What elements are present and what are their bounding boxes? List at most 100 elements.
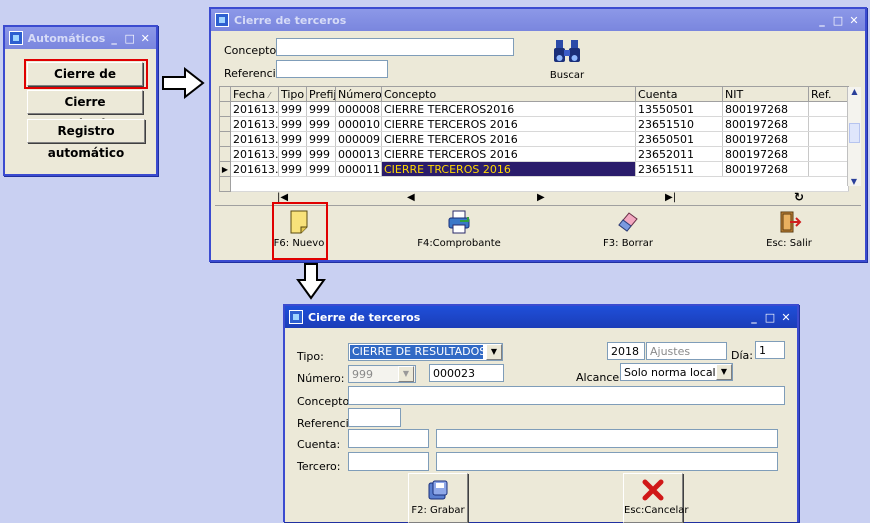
automaticos-titlebar[interactable]: Automáticos _ □ ✕	[5, 27, 156, 49]
printer-icon	[448, 210, 470, 234]
column-header[interactable]: Tipo	[278, 86, 307, 102]
maximize-icon[interactable]: □	[123, 32, 137, 45]
scroll-down-icon[interactable]: ▼	[848, 177, 860, 186]
table-cell: 23651511	[635, 161, 723, 177]
table-cell-active[interactable]: CIERRE TRCEROS 2016	[381, 161, 636, 177]
table-row[interactable]: 201613... 999 999 000013 CIERRE TERCEROS…	[219, 146, 849, 162]
app-icon	[9, 31, 23, 45]
borrar-button[interactable]: F3: Borrar	[596, 209, 660, 249]
row-indicator	[219, 101, 231, 117]
tercero-name-field[interactable]	[436, 452, 778, 471]
cierre-resultados-button[interactable]: Cierre resultados	[27, 90, 143, 131]
maximize-icon[interactable]: □	[763, 311, 777, 324]
column-header[interactable]: Fecha ⁄	[230, 86, 279, 102]
table-cell: 999	[278, 146, 307, 162]
table-cell: 800197268	[722, 116, 809, 132]
dia-field[interactable]: 1	[755, 341, 785, 359]
column-header[interactable]: Concepto	[381, 86, 636, 102]
scroll-up-icon[interactable]: ▲	[848, 87, 861, 96]
row-pointer-icon: ▶	[219, 161, 231, 177]
arrow-down-icon	[296, 263, 326, 300]
table-row[interactable]: 201613... 999 999 000010 CIERRE TERCEROS…	[219, 116, 849, 132]
table-cell: 000010	[335, 116, 382, 132]
concepto-label: Concepto:	[297, 395, 353, 408]
prior-record-icon[interactable]: ◀	[407, 192, 415, 203]
column-header[interactable]: Número	[335, 86, 382, 102]
column-header[interactable]: Cuenta	[635, 86, 723, 102]
numero-field[interactable]: 000023	[429, 364, 504, 382]
salir-button[interactable]: Esc: Salir	[757, 209, 821, 249]
table-cell: 23650501	[635, 131, 723, 147]
table-row[interactable]: 201613... 999 999 000009 CIERRE TERCEROS…	[219, 131, 849, 147]
table-cell	[808, 131, 849, 147]
cierre-form-titlebar[interactable]: Cierre de terceros _ □ ✕	[285, 306, 797, 328]
year-field[interactable]: 2018	[607, 342, 645, 360]
close-icon[interactable]: ✕	[847, 14, 861, 27]
grabar-button[interactable]: F2: Grabar	[408, 473, 468, 523]
eraser-icon	[618, 212, 638, 232]
scroll-thumb[interactable]	[849, 123, 860, 143]
table-row[interactable]: 201613... 999 999 000008 CIERRE TERCEROS…	[219, 101, 849, 117]
cuenta-label: Cuenta:	[297, 438, 341, 451]
close-icon[interactable]: ✕	[779, 311, 793, 324]
tercero-label: Tercero:	[297, 460, 341, 473]
table-row-empty	[219, 176, 849, 192]
first-record-icon[interactable]: |◀	[277, 192, 288, 203]
cuenta-code-field[interactable]	[348, 429, 429, 448]
chevron-down-icon[interactable]: ▼	[716, 364, 732, 380]
table-cell: CIERRE TERCEROS 2016	[381, 116, 636, 132]
table-cell: 800197268	[722, 146, 809, 162]
minimize-icon[interactable]: _	[107, 32, 121, 45]
nuevo-button[interactable]: F6: Nuevo	[272, 209, 326, 249]
table-cell: 201613...	[230, 146, 279, 162]
chevron-down-icon[interactable]: ▼	[486, 344, 502, 360]
indicator-header	[219, 86, 231, 102]
binoculars-icon	[554, 40, 580, 62]
cierre-terceros-button[interactable]: Cierre de terceros	[27, 62, 143, 103]
last-record-icon[interactable]: ▶|	[665, 192, 676, 203]
concepto-label: Concepto:	[224, 44, 280, 57]
table-row-selected[interactable]: ▶ 201613... 999 999 000011 CIERRE TRCERO…	[219, 161, 849, 177]
comprobante-button[interactable]: F4:Comprobante	[417, 209, 501, 249]
buscar-button[interactable]: Buscar	[547, 38, 587, 84]
minimize-icon[interactable]: _	[815, 14, 829, 27]
app-icon	[289, 310, 303, 324]
cierre-list-titlebar[interactable]: Cierre de terceros _ □ ✕	[211, 9, 865, 31]
referencia-field[interactable]	[348, 408, 401, 427]
column-header[interactable]: Prefijo	[306, 86, 336, 102]
vertical-scrollbar[interactable]: ▲ ▼	[847, 87, 861, 186]
table-cell: 999	[278, 101, 307, 117]
table-cell: 800197268	[722, 161, 809, 177]
maximize-icon[interactable]: □	[831, 14, 845, 27]
borrar-label: F3: Borrar	[603, 238, 653, 249]
salir-label: Esc: Salir	[766, 238, 812, 249]
referencia-input[interactable]	[276, 60, 388, 78]
concepto-input[interactable]	[276, 38, 514, 56]
buscar-label: Buscar	[549, 70, 585, 81]
save-icon	[428, 480, 448, 500]
automaticos-window: Automáticos _ □ ✕ Cierre de terceros Cie…	[3, 25, 158, 176]
numero-label: Número:	[297, 372, 345, 385]
tipo-select[interactable]: CIERRE DE RESULTADOS	[348, 343, 503, 361]
cancelar-label: Esc:Cancelar	[624, 505, 689, 516]
next-record-icon[interactable]: ▶	[537, 192, 545, 203]
table-cell: 000013	[335, 146, 382, 162]
column-header[interactable]: NIT	[722, 86, 809, 102]
results-table: Fecha ⁄ Tipo Prefijo Número Concepto Cue…	[219, 86, 849, 192]
cancelar-button[interactable]: Esc:Cancelar	[623, 473, 689, 523]
table-cell: CIERRE TERCEROS2016	[381, 101, 636, 117]
registro-automatico-button[interactable]: Registro automático	[27, 119, 145, 160]
table-cell: 23652011	[635, 146, 723, 162]
concepto-field[interactable]	[348, 386, 785, 405]
minimize-icon[interactable]: _	[747, 311, 761, 324]
refresh-icon[interactable]: ↻	[794, 190, 804, 204]
table-cell: 000008	[335, 101, 382, 117]
cuenta-name-field[interactable]	[436, 429, 778, 448]
tercero-code-field[interactable]	[348, 452, 429, 471]
column-header[interactable]: Ref.	[808, 86, 849, 102]
app-icon	[215, 13, 229, 27]
table-cell: 999	[306, 116, 336, 132]
table-cell: 201613...	[230, 131, 279, 147]
table-cell	[808, 146, 849, 162]
close-icon[interactable]: ✕	[138, 32, 152, 45]
